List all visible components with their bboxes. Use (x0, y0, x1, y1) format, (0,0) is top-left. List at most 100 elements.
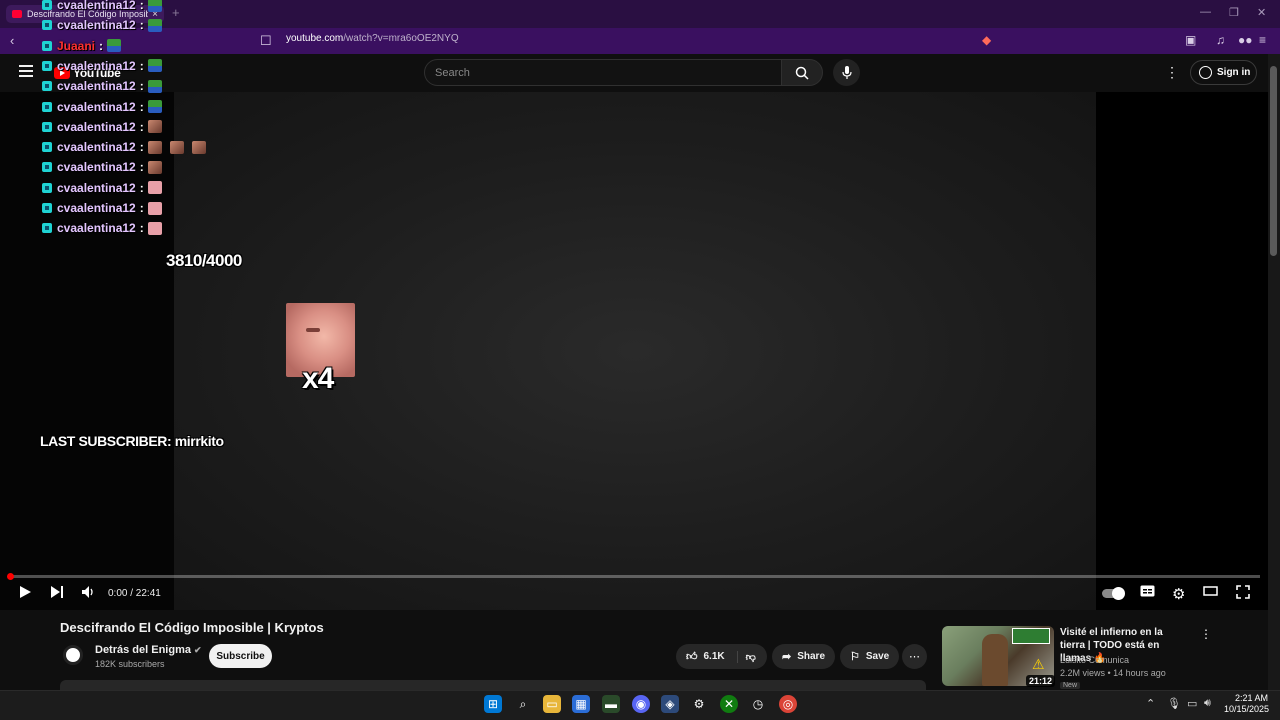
youtube-favicon-icon (12, 10, 22, 18)
chat-badge-icon (42, 182, 52, 193)
voice-search-button[interactable] (833, 59, 860, 86)
chat-message: Juaani: (42, 38, 129, 54)
taskbar-search-icon[interactable]: ⌕ (514, 695, 532, 713)
clock-time: 2:21 AM (1234, 693, 1268, 703)
tray-network-icon[interactable]: ▭ (1187, 697, 1197, 710)
settings-app-icon[interactable]: ⚙ (690, 695, 708, 713)
subscribe-button[interactable]: Subscribe (209, 644, 272, 668)
autoplay-toggle[interactable] (1102, 587, 1125, 600)
chat-separator: : (139, 221, 144, 236)
chat-username: cvaalentina12 (57, 119, 136, 134)
more-actions-button[interactable]: ⋯ (902, 644, 927, 669)
search-button[interactable] (781, 59, 823, 86)
search-icon (795, 66, 809, 80)
brave-shield-icon[interactable]: ◆ (982, 33, 991, 47)
next-icon[interactable] (50, 585, 64, 602)
clock-app-icon[interactable]: ◷ (749, 695, 767, 713)
restore-button[interactable]: ❐ (1229, 6, 1239, 19)
scrollbar-thumb[interactable] (1270, 66, 1277, 256)
extensions-icon[interactable]: ●● (1238, 33, 1253, 47)
share-button[interactable]: ➦ Share (772, 644, 836, 669)
chat-badge-icon (42, 162, 52, 173)
chat-username: cvaalentina12 (57, 99, 136, 114)
back-icon[interactable]: ‹ (10, 33, 14, 48)
subscriber-count: 182K subscribers (95, 659, 165, 669)
address-bar (0, 28, 1280, 54)
bookmark-icon[interactable]: ☐ (260, 33, 272, 49)
xbox-icon[interactable]: ✕ (720, 695, 738, 713)
chat-username: cvaalentina12 (57, 180, 136, 195)
pepe-emote-icon (147, 100, 162, 113)
play-icon[interactable] (19, 585, 32, 602)
close-window-button[interactable]: ✕ (1257, 6, 1266, 19)
channel-avatar[interactable] (63, 645, 83, 665)
chat-separator: : (139, 140, 144, 155)
url-host: youtube.com (286, 33, 344, 44)
save-button[interactable]: ⚐ Save (840, 644, 900, 669)
like-icon[interactable]: 👍︎ (686, 650, 698, 663)
pink-emote-icon (147, 201, 162, 215)
sign-in-button[interactable]: Sign in (1190, 60, 1257, 85)
account-icon (1199, 66, 1212, 79)
taskbar-clock[interactable]: 2:21 AM 10/15/2025 (1224, 693, 1269, 715)
face-emote-icon (169, 140, 184, 154)
minimize-button[interactable]: — (1200, 6, 1211, 18)
volume-icon[interactable] (81, 585, 96, 602)
captions-icon[interactable] (1140, 585, 1155, 600)
chat-separator: : (139, 160, 144, 175)
chat-badge-icon (42, 142, 52, 153)
chat-badge-icon (42, 223, 52, 234)
search-input[interactable]: Search (424, 59, 782, 86)
chat-separator: : (99, 38, 104, 53)
time-display: 0:00 / 22:41 (108, 588, 161, 599)
discord-icon[interactable]: ◉ (632, 695, 650, 713)
microphone-icon (841, 65, 852, 79)
url-field[interactable]: youtube.com/watch?v=mra6oOE2NYQ (286, 33, 459, 44)
menu-icon[interactable] (19, 65, 33, 77)
chat-message: cvaalentina12: (42, 58, 170, 74)
settings-kebab-icon[interactable]: ⋮ (1165, 64, 1179, 81)
chrome-icon[interactable]: ◎ (779, 695, 797, 713)
save-label: Save (865, 651, 890, 662)
screenshot-icon[interactable]: ▣ (1185, 33, 1196, 47)
chat-username: cvaalentina12 (57, 79, 136, 94)
chat-separator: : (139, 180, 144, 195)
channel-name[interactable]: Detrás del Enigma ✔ (95, 644, 202, 656)
microsoft-store-icon[interactable]: ▦ (572, 695, 590, 713)
chat-message: cvaalentina12: (42, 139, 214, 155)
tray-overflow-icon[interactable]: ⌃ (1146, 697, 1155, 710)
like-count[interactable]: 6.1K (704, 651, 725, 662)
settings-gear-icon[interactable]: ⚙ (1172, 585, 1185, 603)
chat-badge-icon (42, 81, 52, 92)
thumbnail-sign (1012, 628, 1050, 644)
chat-badge-icon (42, 20, 52, 31)
video-title: Descifrando El Código Imposible | Krypto… (60, 620, 324, 635)
chat-separator: : (139, 79, 144, 94)
scrubber-handle[interactable] (7, 573, 14, 580)
start-menu-icon[interactable]: ⊞ (484, 695, 502, 713)
pepe-emote-icon (147, 59, 162, 73)
chat-username: cvaalentina12 (57, 221, 136, 236)
recommended-menu-icon[interactable]: ⋮ (1200, 627, 1212, 641)
tray-volume-icon[interactable]: 🔊︎ (1204, 697, 1211, 710)
progress-bar[interactable] (10, 575, 1260, 578)
new-tab-button[interactable]: + (172, 5, 180, 20)
chat-username: cvaalentina12 (57, 0, 136, 12)
pink-emote-icon (147, 181, 162, 195)
new-badge: New (1060, 682, 1081, 689)
fullscreen-icon[interactable] (1236, 585, 1250, 602)
recommended-meta: 2.2M views • 14 hours ago (1060, 668, 1166, 678)
music-icon[interactable]: ♫ (1216, 33, 1225, 47)
tray-microphone-icon[interactable]: 🎙︎ (1167, 697, 1181, 710)
description-box[interactable] (60, 680, 926, 690)
theater-mode-icon[interactable] (1203, 585, 1218, 600)
face-emote-icon (147, 160, 162, 174)
file-explorer-icon[interactable]: ▭ (543, 695, 561, 713)
vscode-icon[interactable]: ◈ (661, 695, 679, 713)
chat-username: Juaani (57, 38, 96, 53)
browser-menu-icon[interactable]: ≡ (1259, 33, 1266, 47)
dislike-icon[interactable]: 👎︎ (736, 650, 756, 663)
terminal-icon[interactable]: ▬ (602, 695, 620, 713)
recommended-channel[interactable]: Luisito Comunica (1060, 655, 1129, 665)
chat-message: cvaalentina12: (42, 0, 170, 13)
